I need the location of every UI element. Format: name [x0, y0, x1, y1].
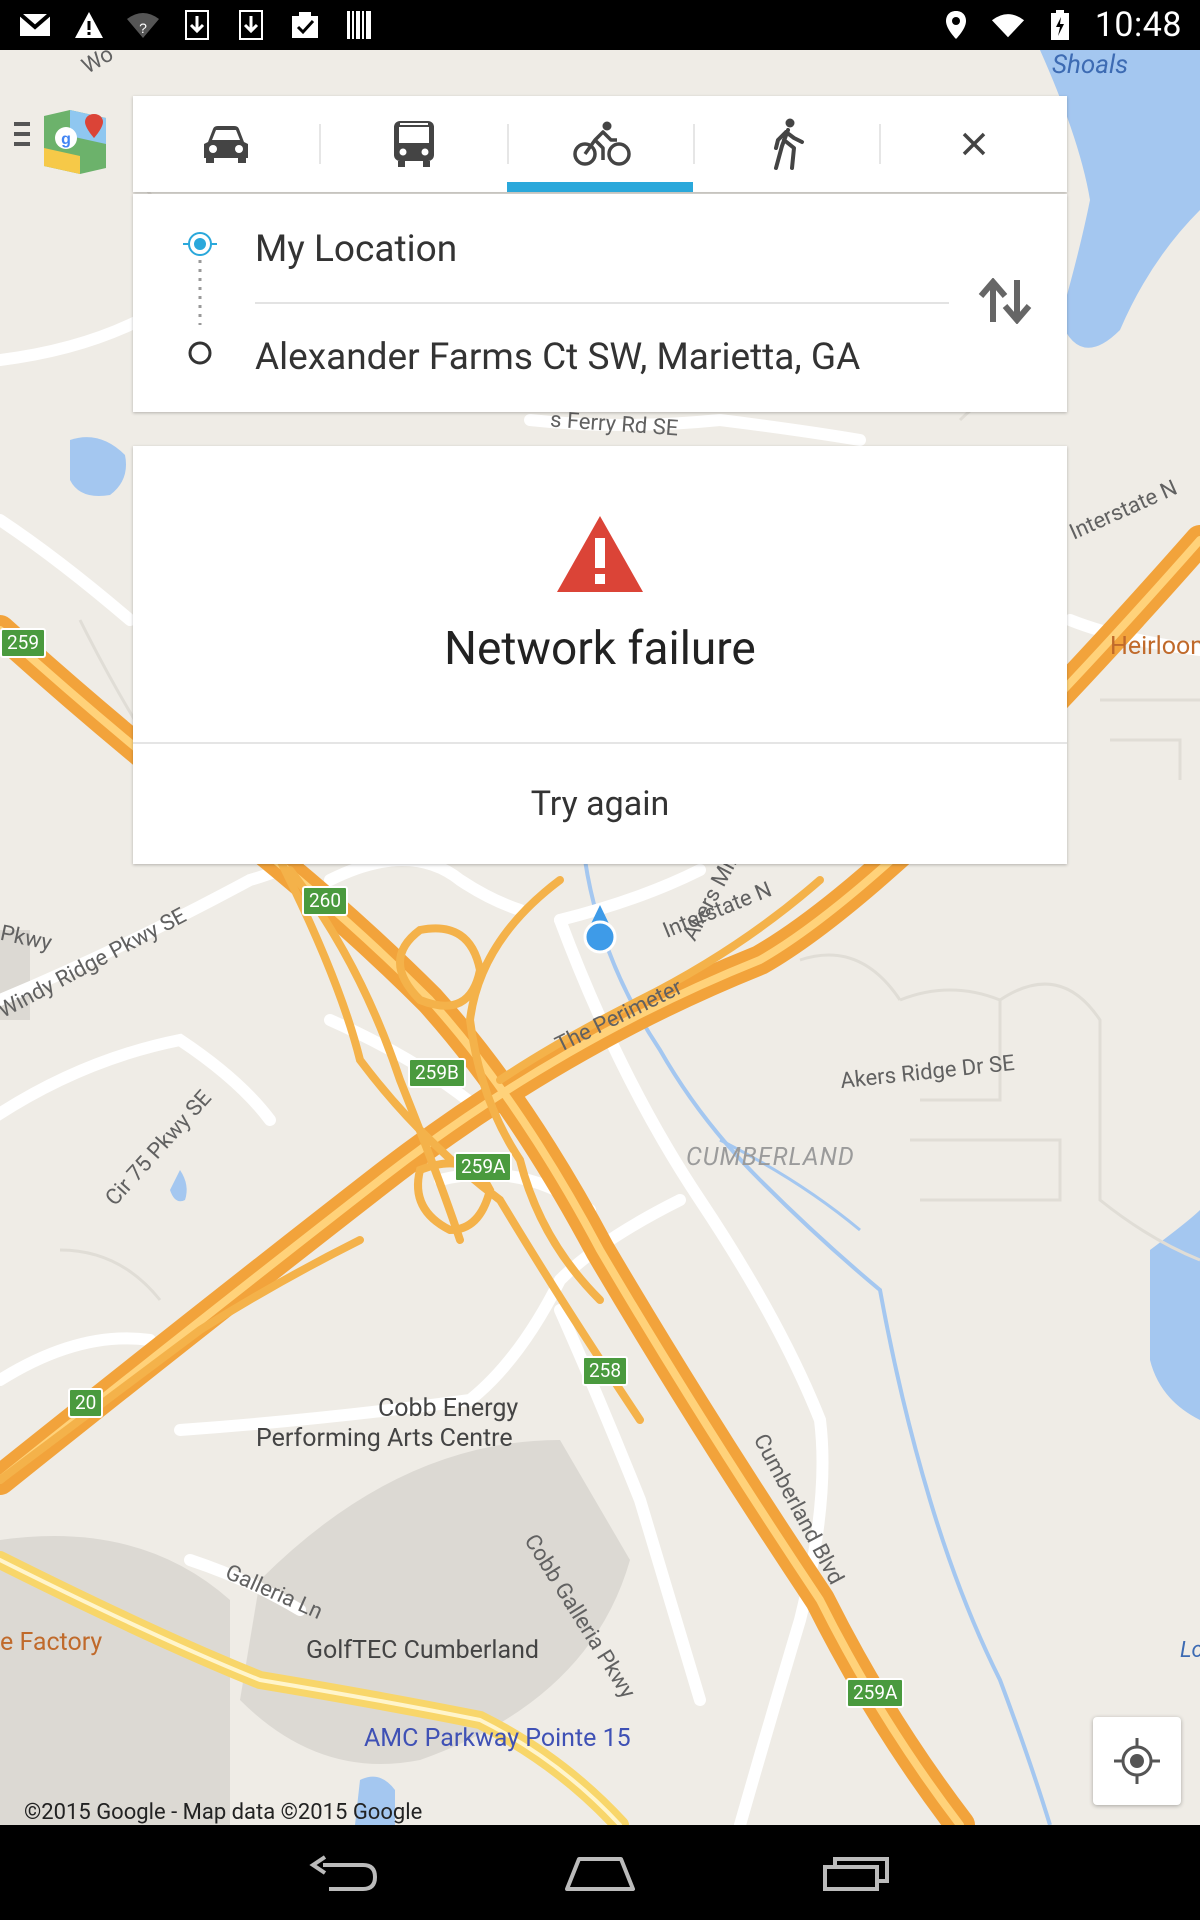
- map-copyright: ©2015 Google - Map data ©2015 Google: [24, 1800, 423, 1825]
- map-label: Cobb Energy: [378, 1394, 519, 1423]
- alert-icon: [72, 8, 106, 42]
- error-title: Network failure: [444, 622, 756, 676]
- home-icon: [565, 1856, 635, 1891]
- highway-shield: 259B: [408, 1058, 466, 1088]
- recents-button[interactable]: [756, 1825, 956, 1920]
- mode-car-tab[interactable]: [133, 96, 319, 192]
- map-label: Heirloom: [1110, 632, 1200, 661]
- svg-text:g: g: [61, 131, 71, 148]
- mode-walk-tab[interactable]: [695, 96, 881, 192]
- maps-app-icon: g: [14, 110, 106, 174]
- highway-shield: 258: [582, 1356, 629, 1386]
- back-button[interactable]: [244, 1825, 444, 1920]
- mode-bike-tab[interactable]: [509, 96, 695, 192]
- map-label: CUMBERLAND: [686, 1143, 855, 1172]
- my-location-button[interactable]: [1093, 1717, 1181, 1805]
- map-label: Shoals: [1052, 50, 1129, 80]
- destination-field[interactable]: Alexander Farms Ct SW, Marietta, GA: [255, 336, 860, 379]
- app-drawer-button[interactable]: g: [10, 108, 110, 180]
- battery-icon: [1043, 8, 1077, 42]
- download-icon: [180, 8, 214, 42]
- gmail-icon: [18, 8, 52, 42]
- svg-text:?: ?: [139, 20, 147, 36]
- recents-icon: [823, 1856, 889, 1891]
- barcode-icon: [342, 8, 376, 42]
- network-error-card: Network failure Try again: [133, 446, 1067, 864]
- home-button[interactable]: [500, 1825, 700, 1920]
- back-icon: [309, 1854, 378, 1891]
- highway-shield: 259: [0, 628, 47, 658]
- highway-shield: 259A: [846, 1678, 905, 1708]
- download-icon: [234, 8, 268, 42]
- highway-shield: 259A: [454, 1152, 513, 1182]
- swap-icon: [978, 278, 1032, 324]
- map-label: Lo: [1180, 1638, 1200, 1663]
- bus-icon: [394, 121, 434, 167]
- status-bar: ? 10:48: [0, 0, 1200, 50]
- highway-shield: 260: [302, 886, 349, 916]
- active-mode-indicator: [507, 182, 693, 192]
- navigation-bar: [0, 1825, 1200, 1920]
- bicycle-icon: [573, 121, 631, 166]
- try-again-button[interactable]: Try again: [133, 744, 1067, 864]
- warning-icon: [557, 516, 643, 592]
- route-connector: [183, 232, 217, 365]
- walking-icon: [774, 118, 804, 170]
- map-label: GolfTEC Cumberland: [306, 1636, 539, 1665]
- crosshair-icon: [1114, 1738, 1160, 1784]
- travel-mode-bar: [133, 96, 1067, 192]
- wifi-icon: [991, 8, 1025, 42]
- status-clock: 10:48: [1094, 5, 1182, 45]
- clipboard-check-icon: [288, 8, 322, 42]
- map-label: e Factory: [0, 1628, 103, 1657]
- wifi-question-icon: ?: [126, 8, 160, 42]
- car-icon: [204, 126, 248, 163]
- highway-shield: 20: [68, 1388, 104, 1418]
- route-divider: [255, 302, 949, 304]
- route-card: My Location Alexander Farms Ct SW, Marie…: [133, 194, 1067, 412]
- location-icon: [939, 8, 973, 42]
- swap-route-button[interactable]: [975, 276, 1035, 326]
- close-icon: [962, 132, 986, 156]
- map-label: Performing Arts Centre: [256, 1424, 513, 1453]
- origin-field[interactable]: My Location: [255, 228, 457, 271]
- mode-transit-tab[interactable]: [321, 96, 507, 192]
- close-button[interactable]: [881, 96, 1067, 192]
- map-label: AMC Parkway Pointe 15: [364, 1724, 631, 1753]
